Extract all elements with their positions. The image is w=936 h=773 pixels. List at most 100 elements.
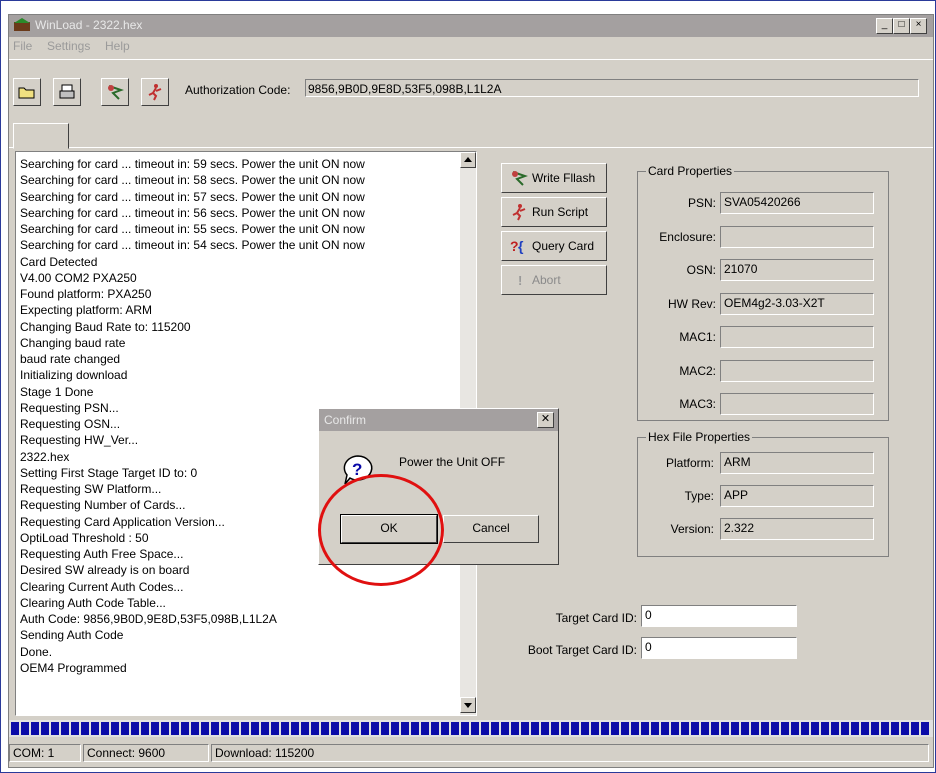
card-properties-field[interactable]: OEM4g2-3.03-X2T xyxy=(720,292,874,315)
flash-icon xyxy=(108,85,124,100)
cancel-button[interactable]: Cancel xyxy=(443,515,539,543)
progress-block xyxy=(191,722,199,735)
abort-button[interactable]: ! Abort xyxy=(501,265,607,295)
progress-block xyxy=(331,722,339,735)
red-highlight-circle xyxy=(318,474,444,586)
progress-block xyxy=(491,722,499,735)
tab-main[interactable] xyxy=(13,123,69,149)
progress-block xyxy=(571,722,579,735)
progress-block xyxy=(121,722,129,735)
progress-block xyxy=(841,722,849,735)
progress-block xyxy=(821,722,829,735)
log-line: V4.00 COM2 PXA250 xyxy=(20,270,137,285)
progress-block xyxy=(171,722,179,735)
target-card-id-field[interactable]: 0 xyxy=(641,605,797,627)
arrow-down-icon xyxy=(464,703,472,708)
progress-block xyxy=(261,722,269,735)
query-icon: ? { xyxy=(510,238,524,254)
progress-bar xyxy=(9,720,933,737)
progress-block xyxy=(671,722,679,735)
app-icon xyxy=(14,18,30,31)
progress-block xyxy=(141,722,149,735)
title-bar[interactable]: WinLoad - 2322.hex _ □ × xyxy=(9,15,933,37)
card-properties-title: Card Properties xyxy=(646,164,735,178)
progress-block xyxy=(301,722,309,735)
card-properties-field[interactable] xyxy=(720,359,874,382)
scroll-down-button[interactable] xyxy=(460,697,476,713)
menu-settings[interactable]: Settings xyxy=(47,39,90,53)
boot-target-card-id-field[interactable]: 0 xyxy=(641,637,797,659)
progress-block xyxy=(711,722,719,735)
dialog-title-bar[interactable]: Confirm ✕ xyxy=(319,409,558,431)
hex-properties-field[interactable]: ARM xyxy=(720,452,874,474)
script-icon xyxy=(512,204,526,221)
progress-block xyxy=(881,722,889,735)
progress-block xyxy=(651,722,659,735)
script-button[interactable] xyxy=(141,78,169,106)
flash-button[interactable] xyxy=(101,78,129,106)
progress-block xyxy=(231,722,239,735)
dialog-close-button[interactable]: ✕ xyxy=(537,412,554,428)
minimize-button[interactable]: _ xyxy=(876,18,893,34)
progress-block xyxy=(411,722,419,735)
menu-bar: File Settings Help xyxy=(9,37,933,55)
progress-block xyxy=(901,722,909,735)
progress-block xyxy=(71,722,79,735)
card-properties-label: MAC3: xyxy=(679,397,716,411)
progress-block xyxy=(861,722,869,735)
maximize-button[interactable]: □ xyxy=(893,18,910,34)
status-bar: COM: 1 Connect: 9600 Download: 115200 xyxy=(9,741,933,767)
progress-block xyxy=(771,722,779,735)
card-properties-label: Enclosure: xyxy=(659,229,716,244)
status-download: Download: 115200 xyxy=(211,744,929,762)
card-properties-label: PSN: xyxy=(687,196,716,210)
progress-block xyxy=(451,722,459,735)
hex-properties-label: Platform: xyxy=(665,456,714,470)
card-properties-field[interactable]: SVA05420266 xyxy=(720,192,874,214)
card-properties-field[interactable] xyxy=(720,225,874,248)
close-button[interactable]: × xyxy=(910,18,927,34)
progress-block xyxy=(561,722,569,735)
dialog-message: Power the Unit OFF xyxy=(399,455,506,469)
card-properties-field[interactable] xyxy=(720,393,874,415)
hex-properties-field[interactable]: 2.322 xyxy=(720,518,874,540)
progress-block xyxy=(201,722,209,735)
abort-label: Abort xyxy=(532,273,561,287)
card-properties-field[interactable] xyxy=(720,326,874,348)
hex-properties-label: Type: xyxy=(684,489,714,503)
progress-block xyxy=(101,722,109,735)
open-button[interactable] xyxy=(13,78,41,106)
run-script-button[interactable]: Run Script xyxy=(501,197,607,227)
auth-code-label: Authorization Code: xyxy=(185,83,291,97)
script-icon xyxy=(148,84,162,101)
progress-block xyxy=(911,722,919,735)
scroll-up-button[interactable] xyxy=(460,152,476,168)
progress-block xyxy=(481,722,489,735)
dialog-title: Confirm xyxy=(324,413,367,427)
tab-strip xyxy=(9,119,933,149)
progress-block xyxy=(381,722,389,735)
print-button[interactable] xyxy=(53,78,81,106)
menu-help[interactable]: Help xyxy=(105,39,130,53)
progress-block xyxy=(501,722,509,735)
boot-target-card-id-label: Boot Target Card ID: xyxy=(527,643,637,657)
open-icon xyxy=(18,87,35,99)
progress-block xyxy=(761,722,769,735)
log-line: Searching for card ... timeout in: 58 se… xyxy=(20,173,365,188)
progress-block xyxy=(41,722,49,735)
progress-block xyxy=(181,722,189,735)
progress-block xyxy=(91,722,99,735)
write-flash-button[interactable]: Write Fllash xyxy=(501,163,607,193)
hex-properties-field[interactable]: APP xyxy=(720,485,874,507)
query-card-button[interactable]: ? { Query Card xyxy=(501,231,607,261)
menu-file[interactable]: File xyxy=(13,39,32,53)
print-icon xyxy=(59,84,75,99)
progress-block xyxy=(361,722,369,735)
auth-code-field[interactable]: 9856,9B0D,9E8D,53F5,098B,L1L2A xyxy=(305,79,919,97)
progress-block xyxy=(421,722,429,735)
flash-icon xyxy=(512,171,528,186)
card-properties-field[interactable]: 21070 xyxy=(720,259,874,281)
progress-block xyxy=(871,722,879,735)
progress-block xyxy=(271,722,279,735)
progress-block xyxy=(681,722,689,735)
